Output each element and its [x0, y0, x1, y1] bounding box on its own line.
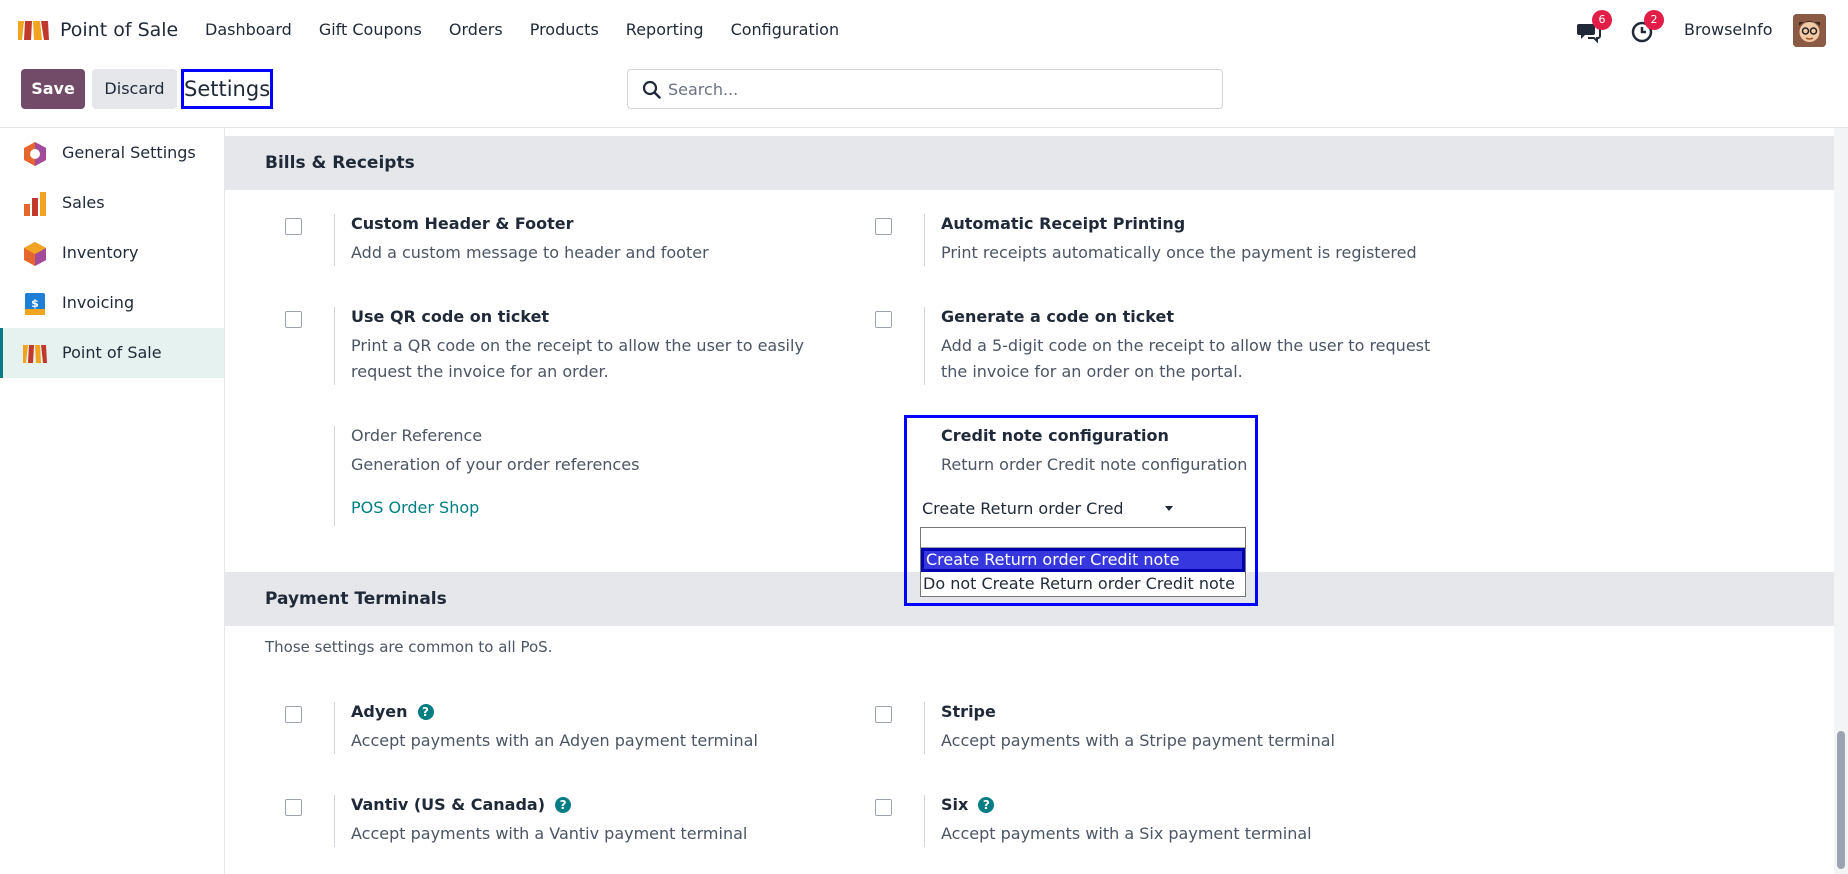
setting-six: Six? Accept payments with a Six payment …	[875, 795, 1435, 847]
company-switcher[interactable]: BrowseInfo	[1684, 20, 1773, 39]
setting-title: Generate a code on ticket	[941, 307, 1174, 326]
inventory-box-icon	[24, 242, 46, 266]
sidebar-item-label: General Settings	[62, 143, 196, 162]
divider	[334, 214, 335, 266]
divider	[924, 795, 925, 847]
menu-configuration[interactable]: Configuration	[731, 20, 840, 39]
pos-app-icon[interactable]	[17, 19, 50, 41]
user-avatar[interactable]	[1793, 14, 1826, 47]
setting-custom-header-footer: Custom Header & Footer Add a custom mess…	[285, 214, 845, 266]
setting-title: Vantiv (US & Canada)?	[351, 795, 572, 814]
sidebar-item-point-of-sale[interactable]: Point of Sale	[0, 328, 224, 378]
sidebar-item-label: Sales	[62, 193, 105, 212]
setting-title: Custom Header & Footer	[351, 214, 574, 233]
setting-description: Generation of your order references	[351, 455, 640, 474]
divider	[334, 307, 335, 385]
avatar-face-icon	[1793, 14, 1826, 47]
help-icon[interactable]: ?	[978, 797, 995, 813]
search-box[interactable]	[627, 69, 1223, 109]
menu-dashboard[interactable]: Dashboard	[205, 20, 292, 39]
setting-generate-code-ticket: Generate a code on ticket Add a 5-digit …	[875, 307, 1435, 385]
divider	[924, 702, 925, 754]
setting-description: Accept payments with a Six payment termi…	[941, 824, 1312, 843]
discard-button[interactable]: Discard	[92, 69, 177, 109]
section-title: Payment Terminals	[265, 589, 447, 609]
setting-description: Accept payments with a Vantiv payment te…	[351, 824, 748, 843]
sidebar-item-label: Invoicing	[62, 293, 135, 312]
top-navbar: Point of Sale Dashboard Gift Coupons Ord…	[0, 0, 1848, 60]
setting-qr-code-ticket: Use QR code on ticket Print a QR code on…	[285, 307, 845, 385]
save-button[interactable]: Save	[21, 69, 85, 109]
scrollbar[interactable]	[1834, 128, 1848, 874]
setting-title: Six?	[941, 795, 995, 814]
six-checkbox[interactable]	[875, 799, 892, 816]
setting-description: Accept payments with a Stripe payment te…	[941, 731, 1335, 750]
sidebar-item-label: Inventory	[62, 243, 139, 262]
sidebar-item-label: Point of Sale	[62, 343, 162, 362]
settings-hex-icon	[24, 142, 46, 166]
settings-sidebar: General Settings Sales Inventory $ Invoi…	[0, 128, 225, 874]
scrollbar-thumb[interactable]	[1837, 731, 1845, 869]
menu-reporting[interactable]: Reporting	[626, 20, 704, 39]
setting-automatic-receipt-printing: Automatic Receipt Printing Print receipt…	[875, 214, 1435, 266]
sidebar-item-invoicing[interactable]: $ Invoicing	[0, 278, 224, 328]
setting-vantiv: Vantiv (US & Canada)? Accept payments wi…	[285, 795, 845, 847]
setting-title: Adyen?	[351, 702, 434, 721]
setting-description: Print a QR code on the receipt to allow …	[351, 336, 804, 381]
control-panel: Save Discard Settings	[0, 60, 1848, 128]
section-bills-receipts: Bills & Receipts	[225, 136, 1834, 190]
setting-title: Automatic Receipt Printing	[941, 214, 1186, 233]
search-input[interactable]	[668, 78, 1208, 100]
setting-stripe: Stripe Accept payments with a Stripe pay…	[875, 702, 1435, 754]
messages-badge: 6	[1592, 10, 1612, 30]
qr-code-checkbox[interactable]	[285, 311, 302, 328]
invoice-dollar-icon: $	[25, 293, 45, 315]
setting-description: Accept payments with an Adyen payment te…	[351, 731, 758, 750]
menu-products[interactable]: Products	[530, 20, 599, 39]
pos-shop-icon	[23, 345, 47, 363]
activities-badge: 2	[1644, 10, 1664, 30]
six-title: Six	[941, 795, 969, 814]
svg-text:$: $	[31, 297, 39, 310]
help-icon[interactable]: ?	[555, 797, 572, 813]
main-menu: Dashboard Gift Coupons Orders Products R…	[205, 20, 839, 39]
setting-adyen: Adyen? Accept payments with an Adyen pay…	[285, 702, 845, 754]
divider	[334, 795, 335, 847]
adyen-checkbox[interactable]	[285, 706, 302, 723]
menu-orders[interactable]: Orders	[449, 20, 503, 39]
divider	[924, 214, 925, 266]
setting-title: Stripe	[941, 702, 996, 721]
setting-order-reference: Order Reference Generation of your order…	[285, 426, 845, 526]
page-title: Settings	[181, 69, 273, 109]
adyen-title: Adyen	[351, 702, 408, 721]
divider	[334, 702, 335, 754]
divider	[924, 307, 925, 385]
search-icon	[642, 80, 661, 99]
highlight-frame	[904, 415, 1258, 606]
sidebar-item-sales[interactable]: Sales	[0, 178, 224, 228]
auto-print-checkbox[interactable]	[875, 218, 892, 235]
stripe-checkbox[interactable]	[875, 706, 892, 723]
generate-code-checkbox[interactable]	[875, 311, 892, 328]
sidebar-item-general-settings[interactable]: General Settings	[0, 128, 224, 178]
menu-gift-coupons[interactable]: Gift Coupons	[319, 20, 422, 39]
help-icon[interactable]: ?	[417, 704, 434, 720]
sales-chart-icon	[24, 192, 46, 216]
pos-order-shop-link[interactable]: POS Order Shop	[351, 498, 479, 517]
activities-button[interactable]: 2	[1628, 10, 1668, 48]
vantiv-checkbox[interactable]	[285, 799, 302, 816]
setting-title: Use QR code on ticket	[351, 307, 550, 326]
sidebar-item-inventory[interactable]: Inventory	[0, 228, 224, 278]
section-note: Those settings are common to all PoS.	[265, 638, 553, 656]
setting-description: Add a custom message to header and foote…	[351, 243, 709, 262]
messages-button[interactable]: 6	[1574, 10, 1614, 48]
divider	[334, 426, 335, 526]
vantiv-title: Vantiv (US & Canada)	[351, 795, 546, 814]
setting-description: Print receipts automatically once the pa…	[941, 243, 1417, 262]
section-title: Bills & Receipts	[265, 153, 415, 173]
app-name[interactable]: Point of Sale	[60, 19, 178, 41]
setting-description: Add a 5-digit code on the receipt to all…	[941, 336, 1431, 381]
setting-title: Order Reference	[351, 426, 483, 445]
custom-header-checkbox[interactable]	[285, 218, 302, 235]
